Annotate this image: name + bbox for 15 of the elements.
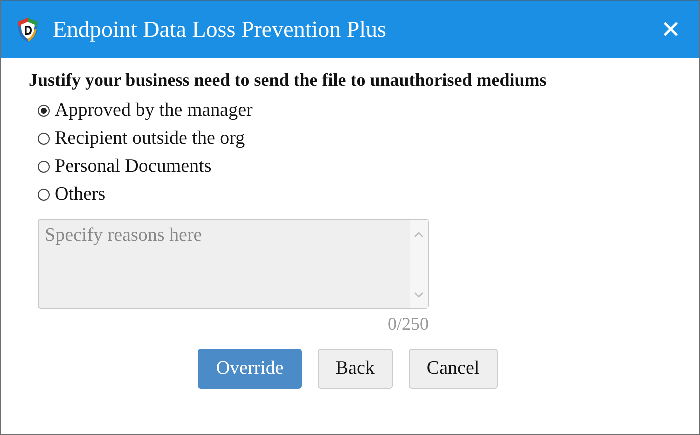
option-label: Others (55, 184, 106, 206)
radio-button[interactable] (38, 133, 50, 145)
action-button[interactable]: Back (318, 349, 393, 389)
action-button[interactable]: Override (198, 349, 302, 389)
radio-button[interactable] (38, 161, 50, 173)
prompt-text: Justify your business need to send the file to unauthorised mediums (29, 70, 548, 91)
option-label: Approved by the manager (55, 100, 253, 122)
radio-button[interactable] (38, 105, 50, 117)
character-counter: 0/250 (386, 314, 429, 335)
action-button[interactable]: Cancel (408, 349, 498, 389)
shield-logo-icon (17, 16, 39, 42)
radio-button[interactable] (38, 189, 50, 201)
option-label: Recipient outside the org (55, 128, 246, 150)
window-title: Endpoint Data Loss Prevention Plus (53, 16, 388, 42)
option-label: Personal Documents (55, 156, 212, 178)
